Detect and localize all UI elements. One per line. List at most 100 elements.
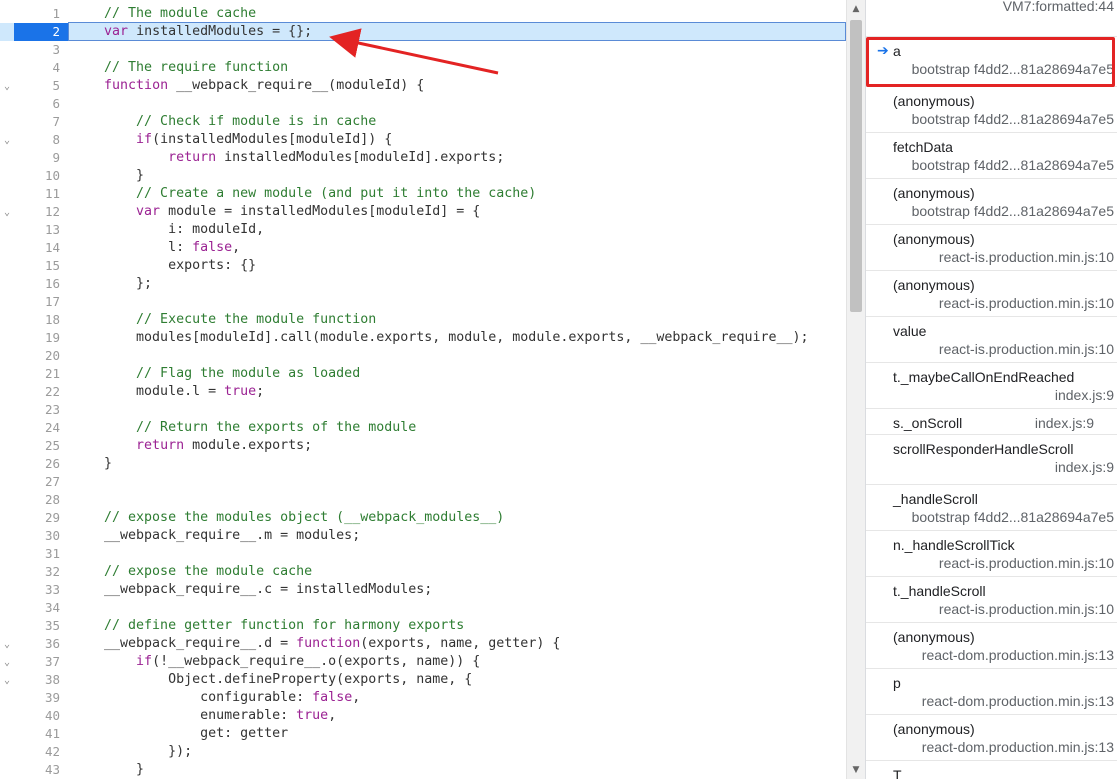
code-line[interactable]: 26 } (0, 455, 846, 473)
code-line[interactable]: 13 i: moduleId, (0, 221, 846, 239)
call-frame[interactable]: p react-dom.production.min.js:13 (866, 669, 1117, 715)
code-line[interactable]: ⌄ 5 function __webpack_require__(moduleId… (0, 77, 846, 95)
line-number[interactable]: 39 (14, 689, 68, 707)
scrollbar-thumb[interactable] (850, 20, 862, 312)
line-number[interactable]: 8 (14, 131, 68, 149)
line-number[interactable]: 30 (14, 527, 68, 545)
line-number[interactable]: 16 (14, 275, 68, 293)
code-line[interactable]: 17 (0, 293, 846, 311)
line-number[interactable]: 24 (14, 419, 68, 437)
source-editor[interactable]: 1 // The module cache 2 var installedModu… (0, 0, 846, 779)
line-number[interactable]: 28 (14, 491, 68, 509)
code-line[interactable]: 4 // The require function (0, 59, 846, 77)
line-number[interactable]: 27 (14, 473, 68, 491)
call-frame[interactable]: n._handleScrollTick react-is.production.m… (866, 531, 1117, 577)
call-frame[interactable]: (anonymous) bootstrap f4dd2...81a28694a7e… (866, 179, 1117, 225)
line-number[interactable]: 11 (14, 185, 68, 203)
frame-location[interactable]: index.js:9 (1055, 459, 1114, 475)
code-line[interactable]: 1 // The module cache (0, 5, 846, 23)
code-line[interactable]: 20 (0, 347, 846, 365)
line-number[interactable]: 13 (14, 221, 68, 239)
line-number[interactable]: 6 (14, 95, 68, 113)
call-frame[interactable]: ➔ a bootstrap f4dd2...81a28694a7e5 (866, 37, 1117, 87)
code-line[interactable]: 29 // expose the modules object (__webpa… (0, 509, 846, 527)
line-number[interactable]: 31 (14, 545, 68, 563)
call-frame[interactable]: T (866, 761, 1117, 779)
frame-location[interactable]: bootstrap f4dd2...81a28694a7e5 (912, 111, 1114, 127)
call-frame[interactable]: (anonymous) react-dom.production.min.js:1… (866, 623, 1117, 669)
line-number[interactable]: 40 (14, 707, 68, 725)
call-frame[interactable]: (anonymous) react-is.production.min.js:10 (866, 225, 1117, 271)
code-line[interactable]: 9 return installedModules[moduleId].expo… (0, 149, 846, 167)
chevron-down-icon[interactable]: ⌄ (4, 636, 10, 654)
code-line[interactable]: 23 (0, 401, 846, 419)
frame-location[interactable]: react-dom.production.min.js:13 (922, 693, 1114, 709)
frame-location[interactable]: bootstrap f4dd2...81a28694a7e5 (912, 203, 1114, 219)
code-line[interactable]: 39 configurable: false, (0, 689, 846, 707)
frame-location[interactable]: index.js:9 (1055, 387, 1114, 403)
code-line[interactable]: 11 // Create a new module (and put it in… (0, 185, 846, 203)
frame-location[interactable]: react-is.production.min.js:10 (939, 601, 1114, 617)
code-line[interactable]: 43 } (0, 761, 846, 779)
frame-location[interactable]: react-is.production.min.js:10 (939, 555, 1114, 571)
code-line[interactable]: 22 module.l = true; (0, 383, 846, 401)
scroll-down-icon[interactable]: ▼ (851, 765, 861, 775)
line-number[interactable]: 12 (14, 203, 68, 221)
line-number[interactable]: 37 (14, 653, 68, 671)
frame-location[interactable]: bootstrap f4dd2...81a28694a7e5 (912, 157, 1114, 173)
code-line[interactable]: 15 exports: {} (0, 257, 846, 275)
code-line[interactable]: ⌄ 37 if(!__webpack_require__.o(exports, n… (0, 653, 846, 671)
code-line[interactable]: 35 // define getter function for harmony… (0, 617, 846, 635)
line-number[interactable]: 43 (14, 761, 68, 779)
line-number[interactable]: 2 (14, 23, 68, 41)
code-line[interactable]: ⌄ 38 Object.defineProperty(exports, name,… (0, 671, 846, 689)
line-number[interactable]: 5 (14, 77, 68, 95)
line-number[interactable]: 21 (14, 365, 68, 383)
call-frame[interactable]: (anonymous)VM7:formatted:44 (866, 0, 1117, 37)
chevron-down-icon[interactable]: ⌄ (4, 204, 10, 222)
frame-location[interactable]: bootstrap f4dd2...81a28694a7e5 (912, 509, 1114, 525)
code-line[interactable]: 18 // Execute the module function (0, 311, 846, 329)
code-line[interactable]: 16 }; (0, 275, 846, 293)
call-frame[interactable]: _handleScroll bootstrap f4dd2...81a28694a… (866, 485, 1117, 531)
frame-location[interactable]: index.js:9 (1035, 415, 1094, 431)
call-frame[interactable]: s._onScroll index.js:9 (866, 409, 1117, 435)
chevron-down-icon[interactable]: ⌄ (4, 672, 10, 690)
line-number[interactable]: 4 (14, 59, 68, 77)
line-number[interactable]: 15 (14, 257, 68, 275)
line-number[interactable]: 7 (14, 113, 68, 131)
call-frame[interactable]: fetchData bootstrap f4dd2...81a28694a7e5 (866, 133, 1117, 179)
code-line[interactable]: ⌄ 12 var module = installedModules[module… (0, 203, 846, 221)
code-line[interactable]: 34 (0, 599, 846, 617)
line-number[interactable]: 18 (14, 311, 68, 329)
line-number[interactable]: 14 (14, 239, 68, 257)
line-number[interactable]: 9 (14, 149, 68, 167)
line-number[interactable]: 41 (14, 725, 68, 743)
code-line[interactable]: 2 var installedModules = {}; (0, 23, 846, 41)
code-line[interactable]: 6 (0, 95, 846, 113)
line-number[interactable]: 29 (14, 509, 68, 527)
frame-location[interactable]: react-is.production.min.js:10 (939, 295, 1114, 311)
line-number[interactable]: 42 (14, 743, 68, 761)
code-line[interactable]: ⌄ 8 if(installedModules[moduleId]) { (0, 131, 846, 149)
call-frame[interactable]: (anonymous) bootstrap f4dd2...81a28694a7e… (866, 87, 1117, 133)
line-number[interactable]: 36 (14, 635, 68, 653)
call-frame[interactable]: (anonymous) react-dom.production.min.js:1… (866, 715, 1117, 761)
line-number[interactable]: 23 (14, 401, 68, 419)
code-line[interactable]: 32 // expose the module cache (0, 563, 846, 581)
editor-scrollbar[interactable]: ▲ ▼ (846, 0, 865, 779)
code-line[interactable]: 40 enumerable: true, (0, 707, 846, 725)
code-line[interactable]: 27 (0, 473, 846, 491)
code-line[interactable]: ⌄ 36 __webpack_require__.d = function(exp… (0, 635, 846, 653)
call-frame[interactable]: t._handleScroll react-is.production.min.j… (866, 577, 1117, 623)
code-line[interactable]: 28 (0, 491, 846, 509)
frame-location[interactable]: VM7:formatted:44 (1003, 0, 1114, 14)
line-number[interactable]: 34 (14, 599, 68, 617)
line-number[interactable]: 22 (14, 383, 68, 401)
code-line[interactable]: 7 // Check if module is in cache (0, 113, 846, 131)
code-line[interactable]: 14 l: false, (0, 239, 846, 257)
line-number[interactable]: 1 (14, 5, 68, 23)
code-line[interactable]: 33 __webpack_require__.c = installedModu… (0, 581, 846, 599)
code-line[interactable]: 31 (0, 545, 846, 563)
line-number[interactable]: 3 (14, 41, 68, 59)
